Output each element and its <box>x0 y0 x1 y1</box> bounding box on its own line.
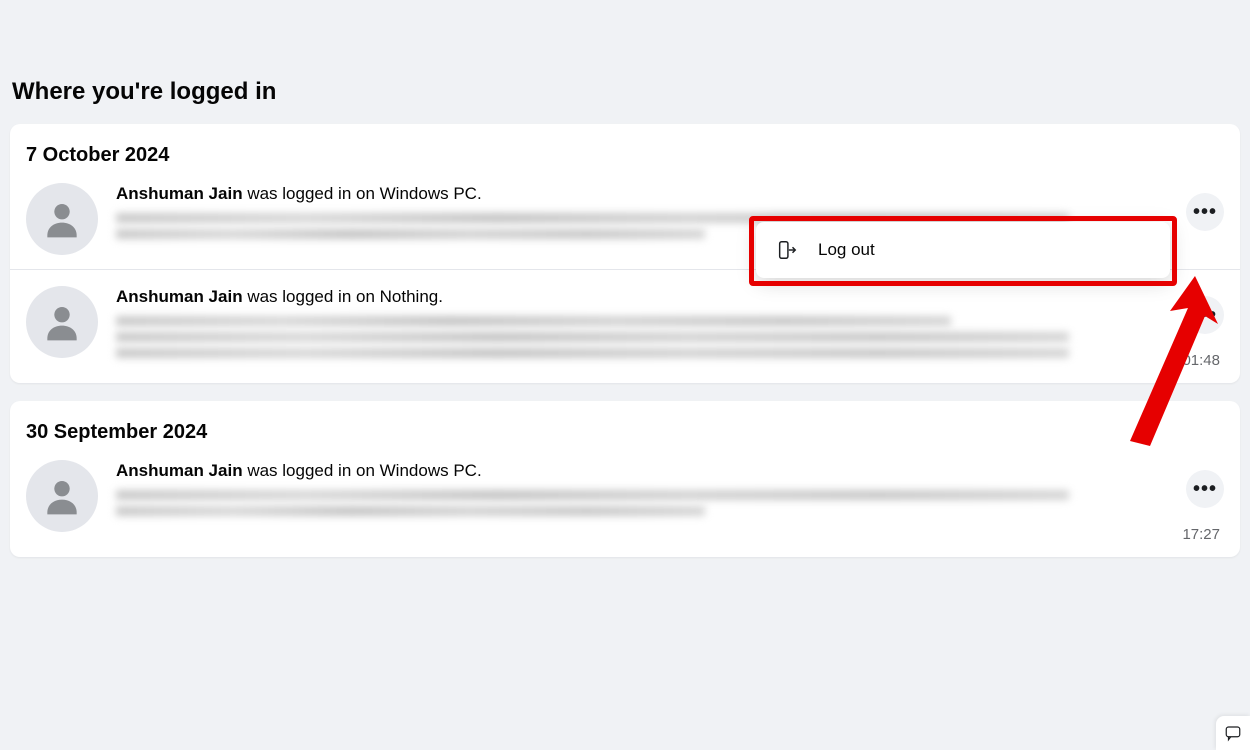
session-verb: was logged in on <box>243 461 380 480</box>
group-date: 7 October 2024 <box>10 124 1240 175</box>
ellipsis-icon: ••• <box>1193 202 1217 222</box>
session-details-redacted <box>116 490 1098 516</box>
more-options-button[interactable]: ••• <box>1186 193 1224 231</box>
group-date: 30 September 2024 <box>10 401 1240 452</box>
session-details-redacted <box>116 316 1098 358</box>
logout-label: Log out <box>818 240 875 260</box>
session-user: Anshuman Jain <box>116 184 243 203</box>
ellipsis-icon: ••• <box>1193 305 1217 325</box>
session-verb: was logged in on <box>243 287 380 306</box>
session-main: Anshuman Jain was logged in on Windows P… <box>116 460 1150 522</box>
session-device: Windows PC <box>380 461 477 480</box>
session-user: Anshuman Jain <box>116 461 243 480</box>
avatar <box>26 460 98 532</box>
avatar <box>26 183 98 255</box>
logout-menu-item[interactable]: Log out <box>756 222 1170 278</box>
person-icon <box>40 300 84 344</box>
more-options-button[interactable]: ••• <box>1186 470 1224 508</box>
session-row: Anshuman Jain was logged in on Nothing. … <box>10 269 1240 383</box>
session-time: 17:27 <box>1182 526 1224 543</box>
avatar <box>26 286 98 358</box>
session-row: Anshuman Jain was logged in on Windows P… <box>10 452 1240 557</box>
session-title: Anshuman Jain was logged in on Windows P… <box>116 183 1150 205</box>
person-icon <box>40 474 84 518</box>
ellipsis-icon: ••• <box>1193 479 1217 499</box>
person-icon <box>40 197 84 241</box>
session-verb: was logged in on <box>243 184 380 203</box>
chat-icon <box>1224 724 1242 742</box>
session-device: Nothing <box>380 287 439 306</box>
more-options-button[interactable]: ••• <box>1186 296 1224 334</box>
corner-widget[interactable] <box>1216 716 1250 750</box>
session-device: Windows PC <box>380 184 477 203</box>
session-user: Anshuman Jain <box>116 287 243 306</box>
session-title: Anshuman Jain was logged in on Nothing. <box>116 286 1150 308</box>
session-time: 01:48 <box>1182 352 1224 369</box>
session-main: Anshuman Jain was logged in on Nothing. <box>116 286 1150 364</box>
session-title: Anshuman Jain was logged in on Windows P… <box>116 460 1150 482</box>
session-group: 30 September 2024 Anshuman Jain was logg… <box>10 401 1240 557</box>
logout-icon <box>774 237 800 263</box>
page-title: Where you're logged in <box>0 0 1250 124</box>
